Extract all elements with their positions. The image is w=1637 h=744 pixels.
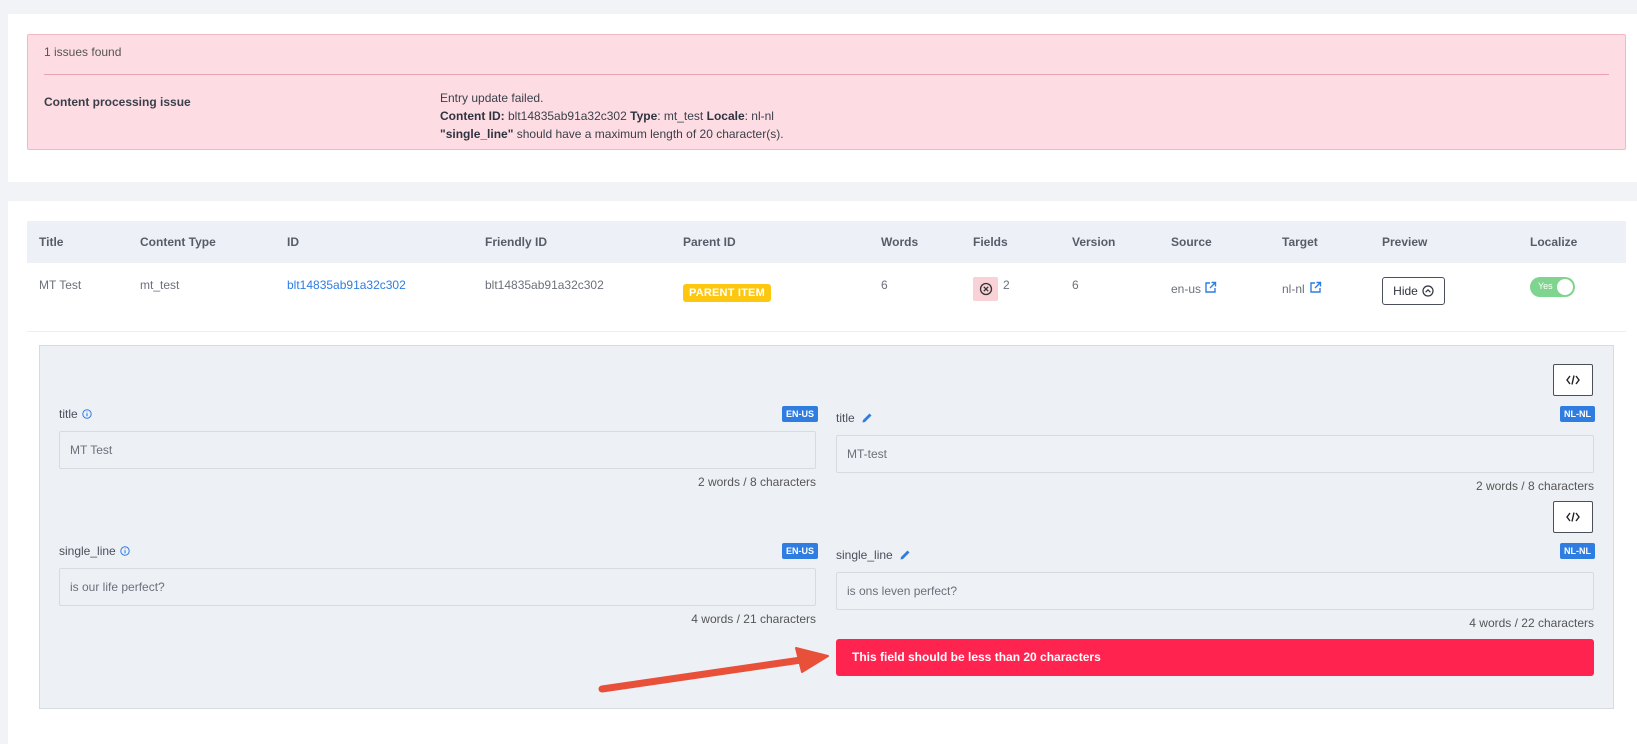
cell-fields-count: 2 — [1003, 278, 1010, 292]
header-fields[interactable]: Fields — [973, 235, 1008, 249]
header-content-type[interactable]: Content Type — [140, 235, 216, 249]
cell-version: 6 — [1072, 278, 1079, 292]
issue-line1: Entry update failed. — [440, 91, 544, 105]
info-icon[interactable] — [81, 409, 92, 419]
field-error-indicator[interactable] — [973, 277, 998, 301]
external-link-icon[interactable] — [1309, 281, 1322, 294]
issues-divider — [44, 74, 1609, 75]
code-view-button[interactable] — [1553, 501, 1593, 533]
type-label: Type — [630, 109, 658, 123]
field-error-banner: This field should be less than 20 charac… — [836, 639, 1594, 676]
header-source[interactable]: Source — [1171, 235, 1212, 249]
localize-toggle[interactable]: Yes — [1530, 277, 1575, 297]
header-parent-id[interactable]: Parent ID — [683, 235, 736, 249]
header-target[interactable]: Target — [1282, 235, 1318, 249]
issue-line2: Content ID: blt14835ab91a32c302 Type: mt… — [440, 107, 784, 125]
cell-friendly-id: blt14835ab91a32c302 — [485, 278, 604, 292]
header-friendly-id[interactable]: Friendly ID — [485, 235, 547, 249]
field-name: title — [836, 411, 855, 425]
issue-detail: Entry update failed. Content ID: blt1483… — [440, 89, 784, 143]
toggle-label: Yes — [1538, 281, 1553, 291]
target-field-label-single-line: single_line — [836, 548, 911, 562]
target-count-title: 2 words / 8 characters — [1475, 479, 1594, 493]
locale-badge-nl-nl: NL-NL — [1560, 543, 1595, 559]
target-input-title[interactable]: MT-test — [836, 435, 1594, 473]
cell-target: nl-nl — [1282, 282, 1305, 296]
source-count-title: 2 words / 8 characters — [697, 475, 816, 489]
toggle-knob — [1557, 279, 1573, 295]
field-name: single_line — [836, 548, 893, 562]
row-divider — [27, 331, 1626, 332]
issues-panel: 1 issues found Content processing issue … — [27, 34, 1626, 150]
locale-value: : nl-nl — [744, 109, 774, 123]
code-icon — [1566, 512, 1580, 522]
field-name: title — [59, 407, 78, 421]
cell-title: MT Test — [39, 278, 82, 292]
header-localize[interactable]: Localize — [1530, 235, 1577, 249]
header-title[interactable]: Title — [39, 235, 63, 249]
code-icon — [1566, 375, 1580, 385]
source-value-single-line: is our life perfect? — [59, 568, 816, 606]
issue-line3: "single_line" should have a maximum leng… — [440, 125, 784, 143]
field-name: single_line — [59, 544, 116, 558]
locale-label: Locale — [706, 109, 745, 123]
pencil-icon[interactable] — [861, 412, 873, 424]
info-icon[interactable] — [120, 546, 130, 556]
locale-badge-en-us: EN-US — [782, 406, 819, 422]
issue-kind: Content processing issue — [44, 95, 191, 109]
source-field-label-title: title — [59, 407, 92, 421]
source-value-title: MT Test — [59, 431, 816, 469]
header-preview[interactable]: Preview — [1382, 235, 1427, 249]
chevron-up-circle-icon — [1422, 285, 1434, 297]
error-circle-icon — [979, 282, 992, 296]
cell-source: en-us — [1171, 282, 1202, 296]
target-field-label-title: title — [836, 411, 873, 425]
hide-preview-button[interactable]: Hide — [1382, 277, 1445, 305]
code-view-button[interactable] — [1553, 364, 1593, 396]
cell-content-type: mt_test — [140, 278, 180, 292]
external-link-icon[interactable] — [1204, 281, 1217, 294]
content-id-label: Content ID: — [440, 109, 505, 123]
entry-id-link[interactable]: blt14835ab91a32c302 — [287, 278, 406, 292]
target-count-single-line: 4 words / 22 characters — [1469, 616, 1594, 630]
issue-field-msg: should have a maximum length of 20 chara… — [516, 127, 784, 141]
content-id-value: blt14835ab91a32c302 — [508, 109, 627, 123]
header-words[interactable]: Words — [881, 235, 918, 249]
source-count-single-line: 4 words / 21 characters — [691, 612, 816, 626]
type-value: : mt_test — [657, 109, 704, 123]
parent-item-badge: PARENT ITEM — [683, 284, 771, 302]
source-field-label-single-line: single_line — [59, 544, 130, 558]
issues-count: 1 issues found — [44, 45, 122, 59]
pencil-icon[interactable] — [899, 549, 911, 561]
hide-button-label: Hide — [1393, 284, 1418, 298]
annotation-arrow — [598, 647, 829, 693]
issue-field-name: "single_line" — [440, 127, 514, 141]
cell-words: 6 — [881, 278, 888, 292]
header-version[interactable]: Version — [1072, 235, 1115, 249]
header-id[interactable]: ID — [287, 235, 299, 249]
locale-badge-en-us: EN-US — [782, 543, 819, 559]
locale-badge-nl-nl: NL-NL — [1560, 406, 1595, 422]
target-input-single-line[interactable]: is ons leven perfect? — [836, 572, 1594, 610]
